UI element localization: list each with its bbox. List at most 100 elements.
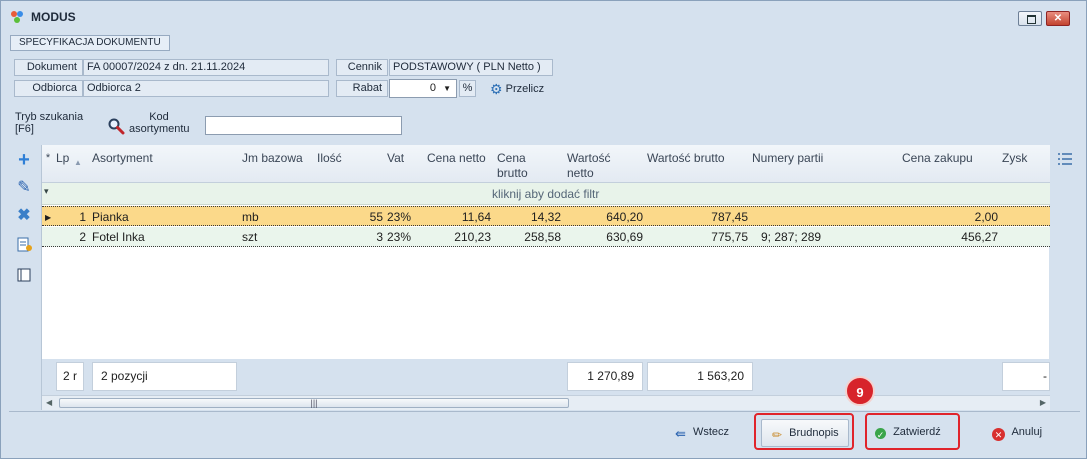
cell-wartosc-netto: 630,69 <box>606 230 643 244</box>
rabat-unit: % <box>459 80 476 97</box>
gear-icon: ⚙ <box>490 81 503 97</box>
cell-wartosc-netto: 640,20 <box>606 210 643 224</box>
col-wartosc-netto[interactable]: Wartość netto <box>567 151 611 181</box>
cell-vat: 23% <box>387 210 412 224</box>
filter-icon: ▾ <box>44 186 49 196</box>
table-row[interactable]: 2 Fotel Inka szt 3 23% 210,23 258,58 630… <box>42 227 1050 247</box>
columns-icon[interactable] <box>15 266 33 284</box>
col-jm-bazowa[interactable]: Jm bazowa <box>242 151 303 166</box>
col-numery-partii[interactable]: Numery partii <box>752 151 823 166</box>
grid-header: * Lp ▲ Asortyment Jm bazowa Ilość Vat Ce… <box>42 145 1050 183</box>
row-pointer-icon: ▶ <box>45 213 52 222</box>
col-cena-brutto[interactable]: Cena brutto <box>497 151 528 181</box>
table-row[interactable]: ▶ 1 Pianka mb 55 23% 11,64 14,32 640,20 … <box>42 206 1050 226</box>
tryb-line-2: [F6] <box>15 123 34 135</box>
col-lp[interactable]: Lp <box>56 151 69 166</box>
scroll-left-icon[interactable]: ◀ <box>46 396 52 410</box>
col-asortyment[interactable]: Asortyment <box>92 151 153 166</box>
cell-wartosc-brutto: 787,45 <box>711 210 748 224</box>
search-icon[interactable] <box>107 117 125 135</box>
dokument-label: Dokument <box>14 59 83 76</box>
sort-asc-icon: ▲ <box>74 158 82 167</box>
cell-cena-zakupu: 456,27 <box>961 230 998 244</box>
col-cena-brutto-l1: Cena <box>497 151 526 165</box>
cell-ilosc: 55 <box>369 210 383 224</box>
cell-cena-zakupu: 2,00 <box>974 210 998 224</box>
footer-positions: 2 pozycji <box>92 362 237 391</box>
col-cena-netto[interactable]: Cena netto <box>427 151 486 166</box>
close-button[interactable] <box>1046 11 1070 26</box>
app-logo-icon <box>11 11 23 23</box>
kod-line-1: Kod <box>149 111 169 123</box>
items-grid: * Lp ▲ Asortyment Jm bazowa Ilość Vat Ce… <box>41 145 1050 410</box>
grid-footer: 2 r 2 pozycji 1 270,89 1 563,20 - <box>42 359 1050 395</box>
wstecz-button[interactable]: ⇚ Wstecz <box>675 419 729 447</box>
anuluj-button[interactable]: ✕ Anuluj <box>992 419 1042 447</box>
cell-cena-brutto: 14,32 <box>530 210 561 224</box>
wstecz-label: Wstecz <box>692 426 730 438</box>
cell-wartosc-brutto: 775,75 <box>711 230 748 244</box>
footer-sum-brutto: 1 563,20 <box>647 362 753 391</box>
odbiorca-field: Odbiorca 2 <box>83 80 329 97</box>
filter-row[interactable]: ▾ kliknij aby dodać filtr <box>42 183 1050 205</box>
window-title: MODUS <box>31 10 76 24</box>
col-wartosc-netto-l1: Wartość <box>567 151 611 165</box>
scroll-right-icon[interactable]: ▶ <box>1040 396 1046 410</box>
cell-jm: mb <box>242 210 259 224</box>
list-options-icon[interactable] <box>1057 151 1073 167</box>
cennik-field[interactable]: PODSTAWOWY ( PLN Netto ) <box>389 59 553 76</box>
przelicz-label: Przelicz <box>505 83 545 95</box>
footer-zysk: - <box>1002 362 1050 391</box>
kod-asortymentu-label: Kod asortymentu <box>129 111 190 135</box>
cancel-icon: ✕ <box>992 428 1005 441</box>
scrollbar-thumb[interactable]: ||| <box>59 398 569 408</box>
rabat-label: Rabat <box>336 80 388 97</box>
kod-asortymentu-input[interactable] <box>205 116 402 135</box>
add-icon[interactable]: + <box>15 150 33 170</box>
col-cena-brutto-l2: brutto <box>497 166 528 180</box>
dokument-field: FA 00007/2024 z dn. 21.11.2024 <box>83 59 329 76</box>
kod-line-2: asortymentu <box>129 123 190 135</box>
restore-button[interactable] <box>1018 11 1042 26</box>
modus-window: MODUS SPECYFIKACJA DOKUMENTU Dokument FA… <box>0 0 1087 459</box>
col-cena-zakupu[interactable]: Cena zakupu <box>902 151 973 166</box>
horizontal-scrollbar[interactable]: ◀ ||| ▶ <box>42 395 1050 410</box>
cell-cena-netto: 210,23 <box>454 230 491 244</box>
cell-asortyment: Pianka <box>92 210 129 224</box>
delete-icon[interactable]: ✖ <box>15 207 33 225</box>
chevron-down-icon[interactable]: ▼ <box>443 80 451 97</box>
col-wartosc-brutto[interactable]: Wartość brutto <box>647 151 725 166</box>
cell-cena-brutto: 258,58 <box>524 230 561 244</box>
section-tab-label: SPECYFIKACJA DOKUMENTU <box>19 37 161 48</box>
edit-icon[interactable]: ✎ <box>15 179 33 197</box>
document-add-icon[interactable] <box>15 236 33 254</box>
rabat-value: 0 <box>429 82 436 94</box>
new-row-marker-icon: * <box>45 152 51 164</box>
tryb-line-1: Tryb szukania <box>15 111 84 123</box>
cell-lp: 1 <box>79 210 86 224</box>
cell-vat: 23% <box>387 230 412 244</box>
rabat-input[interactable]: 0 ▼ <box>389 79 457 98</box>
section-tab[interactable]: SPECYFIKACJA DOKUMENTU <box>10 35 170 51</box>
col-zysk[interactable]: Zysk <box>1002 151 1027 166</box>
filter-hint: kliknij aby dodać filtr <box>492 187 600 201</box>
cell-cena-netto: 11,64 <box>461 210 491 224</box>
cell-ilosc: 3 <box>376 230 383 244</box>
col-wartosc-netto-l2: netto <box>567 166 594 180</box>
footer-count: 2 r <box>56 362 84 391</box>
zatwierdz-highlight <box>865 413 960 450</box>
anuluj-label: Anuluj <box>1011 426 1043 438</box>
tryb-szukania-label: Tryb szukania [F6] <box>15 111 83 135</box>
odbiorca-label: Odbiorca <box>14 80 83 97</box>
step-badge: 9 <box>845 376 875 406</box>
przelicz-button[interactable]: ⚙ Przelicz <box>490 81 544 98</box>
cennik-label: Cennik <box>336 59 388 76</box>
cell-lp: 2 <box>79 230 86 244</box>
brudnopis-highlight <box>754 413 854 450</box>
back-arrow-icon: ⇚ <box>675 426 686 441</box>
cell-numery-partii: 9; 287; 289 <box>761 230 822 244</box>
col-ilosc[interactable]: Ilość <box>317 151 342 166</box>
col-vat[interactable]: Vat <box>387 151 404 166</box>
footer-sum-netto: 1 270,89 <box>567 362 643 391</box>
cell-jm: szt <box>242 230 258 244</box>
